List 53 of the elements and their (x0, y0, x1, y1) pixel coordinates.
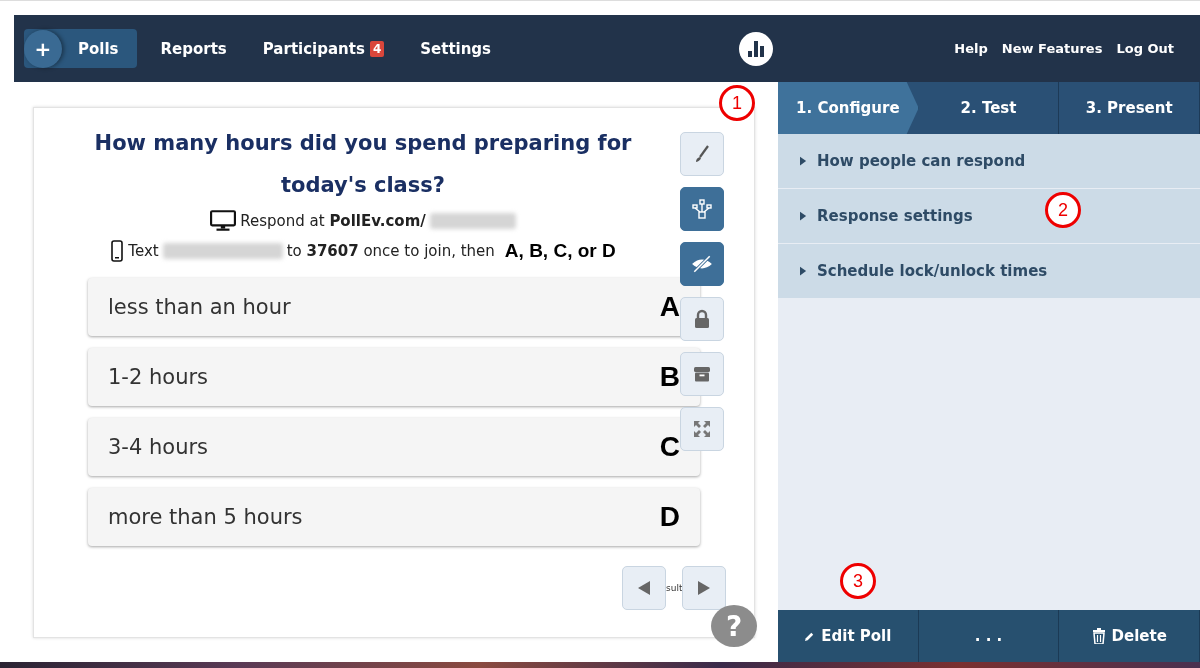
nav-tab-label: Settings (420, 39, 492, 58)
network-icon (692, 199, 712, 219)
section-title: How people can respond (817, 152, 1026, 170)
hide-tool-button[interactable] (680, 242, 724, 286)
nav-tab[interactable]: Reports (148, 31, 239, 66)
option-letter: C (659, 431, 680, 463)
settings-section-header[interactable]: Schedule lock/unlock times (778, 244, 1200, 299)
option-letter: D (659, 501, 680, 533)
option-text: less than an hour (108, 295, 291, 319)
pencil-icon (804, 630, 816, 642)
add-poll-button[interactable]: + (24, 29, 62, 68)
step-tab[interactable]: 1. Configure (778, 82, 919, 134)
brush-tool-button[interactable] (680, 132, 724, 176)
option-text: 3-4 hours (108, 435, 209, 459)
poll-question: How many hours did you spend preparing for today's class? (93, 130, 633, 199)
settings-section-header[interactable]: How people can respond (778, 134, 1200, 189)
right-triangle-icon (698, 581, 711, 595)
text-instruction: to 37607 once to join, then (286, 242, 495, 260)
nav-link[interactable]: New Features (1001, 41, 1103, 56)
text-instruction: Text (128, 242, 159, 260)
option-text: more than 5 hours (108, 505, 303, 529)
phone-icon (110, 240, 125, 262)
bar-chart-logo-icon[interactable] (738, 30, 775, 67)
previous-button[interactable] (622, 566, 666, 610)
polls-tab[interactable]: + Polls (24, 29, 137, 68)
network-tool-button[interactable] (680, 187, 724, 231)
monitor-icon (210, 210, 237, 232)
lock-icon (692, 309, 712, 329)
fullscreen-icon (692, 419, 712, 439)
section-title: Schedule lock/unlock times (817, 262, 1048, 280)
notification-badge: 4 (369, 40, 385, 57)
nav-link[interactable]: Help (954, 41, 988, 56)
option-letter: A (659, 291, 680, 323)
nav-tab[interactable]: Settings (408, 31, 504, 66)
nav-tab-label: Participants (262, 39, 365, 58)
respond-instruction: Respond at PollEv.com/ (240, 212, 426, 230)
nav-tab-label: Reports (160, 39, 227, 58)
hidden-eye-icon (691, 253, 713, 275)
nav-link[interactable]: Log Out (1116, 41, 1174, 56)
annotation-marker: 1 (719, 85, 755, 121)
polls-label: Polls (78, 39, 119, 58)
next-button[interactable] (682, 566, 727, 610)
trash-icon (1091, 628, 1106, 644)
option-text: 1-2 hours (108, 365, 209, 389)
archive-box-icon (692, 364, 712, 384)
left-triangle-icon (638, 581, 650, 595)
lock-tool-button[interactable] (680, 297, 724, 341)
fullscreen-tool-button[interactable] (680, 407, 724, 451)
choices-hint: A, B, C, or D (504, 240, 616, 262)
option-letter: B (659, 361, 680, 393)
nav-tab[interactable]: Participants 4 (250, 31, 397, 66)
section-title: Response settings (817, 207, 973, 225)
archive-tool-button[interactable] (680, 352, 724, 396)
